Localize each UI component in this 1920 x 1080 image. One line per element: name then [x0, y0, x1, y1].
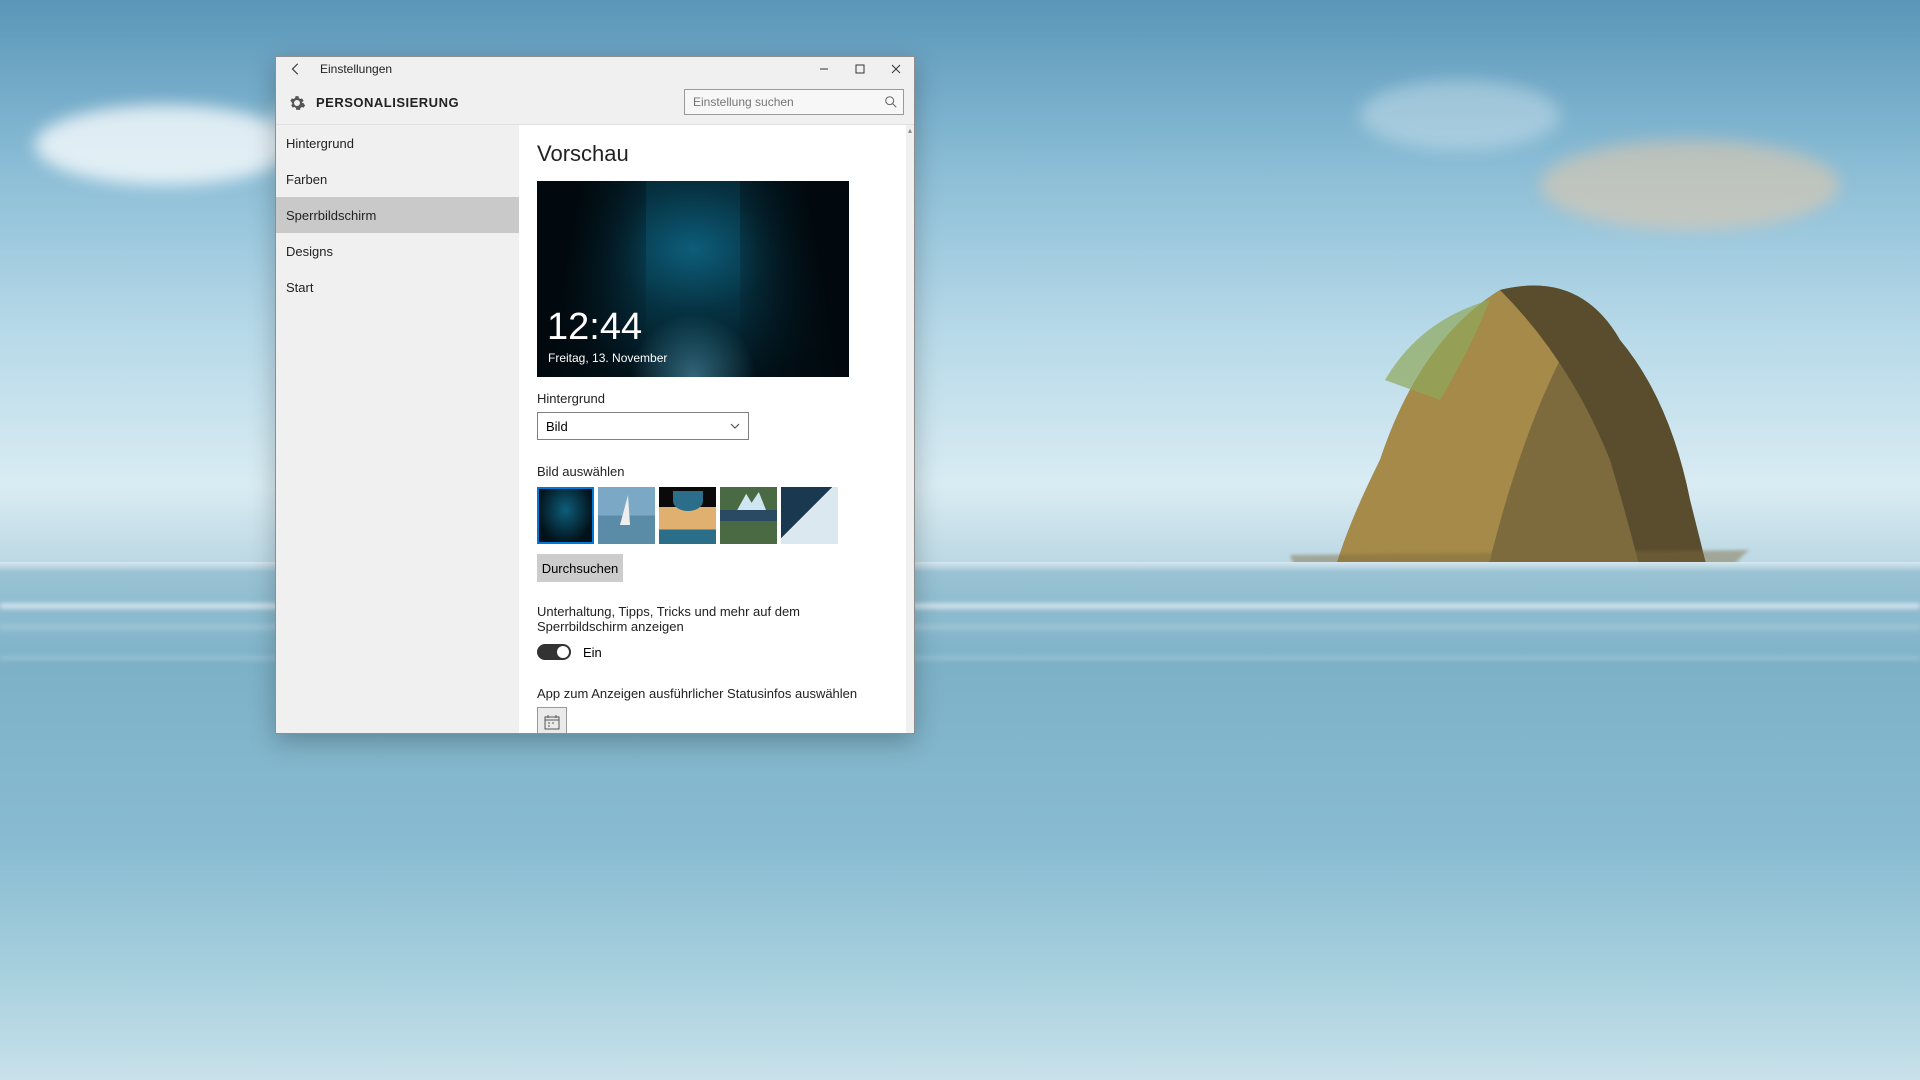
preview-heading: Vorschau — [537, 141, 888, 167]
chevron-down-icon — [730, 421, 740, 431]
fun-facts-label: Unterhaltung, Tipps, Tricks und mehr auf… — [537, 604, 857, 634]
section-title: PERSONALISIERUNG — [316, 95, 459, 110]
cloud-decoration — [1360, 80, 1560, 150]
browse-button[interactable]: Durchsuchen — [537, 554, 623, 582]
scroll-up-arrow-icon[interactable]: ▴ — [906, 125, 914, 135]
titlebar: Einstellungen — [276, 57, 914, 81]
background-dropdown[interactable]: Bild — [537, 412, 749, 440]
search-input[interactable] — [684, 89, 904, 115]
cloud-decoration — [35, 105, 295, 185]
toggle-state-label: Ein — [583, 645, 602, 660]
scrollbar[interactable]: ▴ — [906, 125, 914, 733]
gear-icon — [288, 94, 306, 112]
cloud-decoration — [1540, 140, 1840, 230]
lockscreen-preview: 12:44 Freitag, 13. November — [537, 181, 849, 377]
sidebar-item-farben[interactable]: Farben — [276, 161, 519, 197]
preview-time: 12:44 — [547, 306, 642, 349]
maximize-icon — [855, 64, 865, 74]
sidebar-item-label: Sperrbildschirm — [286, 208, 376, 223]
detailed-status-app-tile[interactable] — [537, 707, 567, 733]
sidebar-item-label: Start — [286, 280, 313, 295]
sidebar-item-sperrbildschirm[interactable]: Sperrbildschirm — [276, 197, 519, 233]
thumbnail-5[interactable] — [781, 487, 838, 544]
minimize-button[interactable] — [806, 57, 842, 81]
sidebar: Hintergrund Farben Sperrbildschirm Desig… — [276, 125, 519, 733]
sidebar-item-label: Farben — [286, 172, 327, 187]
sidebar-item-hintergrund[interactable]: Hintergrund — [276, 125, 519, 161]
close-icon — [891, 64, 901, 74]
sidebar-item-label: Hintergrund — [286, 136, 354, 151]
subheader: PERSONALISIERUNG — [276, 81, 914, 125]
thumbnail-1[interactable] — [537, 487, 594, 544]
content-area: Vorschau 12:44 Freitag, 13. November Hin… — [519, 125, 906, 733]
fun-facts-toggle[interactable] — [537, 644, 571, 660]
sidebar-item-designs[interactable]: Designs — [276, 233, 519, 269]
maximize-button[interactable] — [842, 57, 878, 81]
dropdown-value: Bild — [546, 419, 568, 434]
thumbnail-2[interactable] — [598, 487, 655, 544]
sidebar-item-label: Designs — [286, 244, 333, 259]
sidebar-item-start[interactable]: Start — [276, 269, 519, 305]
thumbnail-3[interactable] — [659, 487, 716, 544]
thumbnail-4[interactable] — [720, 487, 777, 544]
close-button[interactable] — [878, 57, 914, 81]
window-title: Einstellungen — [320, 62, 392, 76]
search-icon — [884, 95, 898, 109]
minimize-icon — [819, 64, 829, 74]
thumbnail-row — [537, 487, 888, 544]
preview-date: Freitag, 13. November — [548, 351, 667, 365]
background-label: Hintergrund — [537, 391, 888, 406]
back-button[interactable] — [276, 57, 316, 81]
choose-image-label: Bild auswählen — [537, 464, 888, 479]
settings-window: Einstellungen PERSONALISIERUNG — [275, 56, 915, 734]
back-arrow-icon — [289, 62, 303, 76]
detailed-status-app-label: App zum Anzeigen ausführlicher Statusinf… — [537, 686, 888, 701]
calendar-icon — [544, 714, 560, 730]
